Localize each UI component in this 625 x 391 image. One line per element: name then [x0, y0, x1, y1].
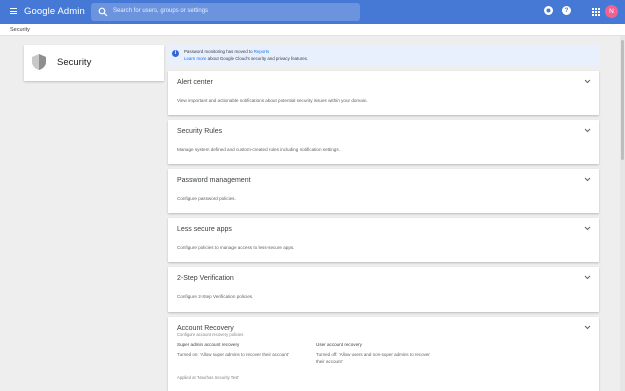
banner-line-2: Learn more about Google Cloud's security…	[184, 56, 308, 61]
section-title: Password management	[177, 177, 251, 184]
help-icon[interactable]: ?	[562, 6, 571, 15]
section-title: Alert center	[177, 79, 213, 86]
chevron-down-icon[interactable]	[584, 275, 591, 280]
chevron-down-icon[interactable]	[584, 226, 591, 231]
reports-link[interactable]: Reports	[254, 49, 269, 54]
user-recovery-status-line-2: their account'	[316, 359, 343, 364]
product-name[interactable]: Google Admin	[24, 6, 85, 17]
user-recovery-status-line-1: Turned off: 'Allow users and non-super a…	[316, 352, 430, 357]
applied-at-label: Applied at 'Nourhas Security Test'	[177, 375, 240, 380]
super-admin-recovery-status: Turned on: 'Allow super admins to recove…	[177, 352, 289, 357]
section-description: Manage system defined and custom-created…	[177, 147, 340, 152]
section-description: Configure password policies.	[177, 196, 236, 201]
chevron-down-icon[interactable]	[584, 177, 591, 182]
banner-text-2: about Google Cloud's security and privac…	[206, 56, 309, 61]
search-box[interactable]: Search for users, groups or settings	[91, 3, 360, 21]
chevron-down-icon[interactable]	[584, 325, 591, 330]
super-admin-recovery-title: Super admin account recovery	[177, 342, 240, 347]
scrollbar-thumb[interactable]	[621, 40, 624, 160]
section-description: Configure policies to manage access to l…	[177, 245, 295, 250]
security-header-card: Security	[24, 45, 164, 81]
section-security-rules[interactable]: Security Rules Manage system defined and…	[168, 120, 599, 164]
section-password-management[interactable]: Password management Configure password p…	[168, 169, 599, 213]
apps-grid-icon[interactable]	[592, 8, 600, 16]
section-description: View important and actionable notificati…	[177, 98, 368, 103]
learn-more-link[interactable]: Learn more	[184, 56, 206, 61]
section-title: 2-Step Verification	[177, 275, 234, 282]
page-scrollbar[interactable]	[620, 36, 625, 391]
breadcrumb[interactable]: Security	[10, 27, 30, 33]
search-icon	[98, 7, 108, 17]
main-menu-icon[interactable]	[10, 8, 17, 14]
page-title: Security	[57, 57, 92, 68]
section-title: Less secure apps	[177, 226, 232, 233]
banner-line-1: Password monitoring has moved to Reports	[184, 49, 269, 54]
section-2-step-verification[interactable]: 2-Step Verification Configure 2-Step Ver…	[168, 267, 599, 312]
support-icon[interactable]	[544, 6, 553, 15]
banner-text: Password monitoring has moved to	[184, 49, 254, 54]
top-app-bar: Google Admin Search for users, groups or…	[0, 0, 625, 24]
section-less-secure-apps[interactable]: Less secure apps Configure policies to m…	[168, 218, 599, 262]
section-subtitle: Configure account recovery policies	[177, 332, 244, 337]
info-banner: i Password monitoring has moved to Repor…	[168, 45, 599, 66]
chevron-down-icon[interactable]	[584, 79, 591, 84]
section-title: Security Rules	[177, 128, 223, 135]
section-title: Account Recovery	[177, 325, 234, 332]
section-alert-center[interactable]: Alert center View important and actionab…	[168, 71, 599, 115]
account-avatar[interactable]: N	[605, 5, 618, 18]
breadcrumb-bar: Security	[0, 24, 625, 36]
info-icon: i	[172, 50, 179, 57]
search-input[interactable]: Search for users, groups or settings	[113, 8, 208, 14]
chevron-down-icon[interactable]	[584, 128, 591, 133]
shield-icon	[32, 54, 46, 70]
section-account-recovery[interactable]: Account Recovery Configure account recov…	[168, 317, 599, 391]
user-recovery-title: User account recovery	[316, 342, 362, 347]
section-description: Configure 2-Step Verification policies.	[177, 294, 254, 299]
